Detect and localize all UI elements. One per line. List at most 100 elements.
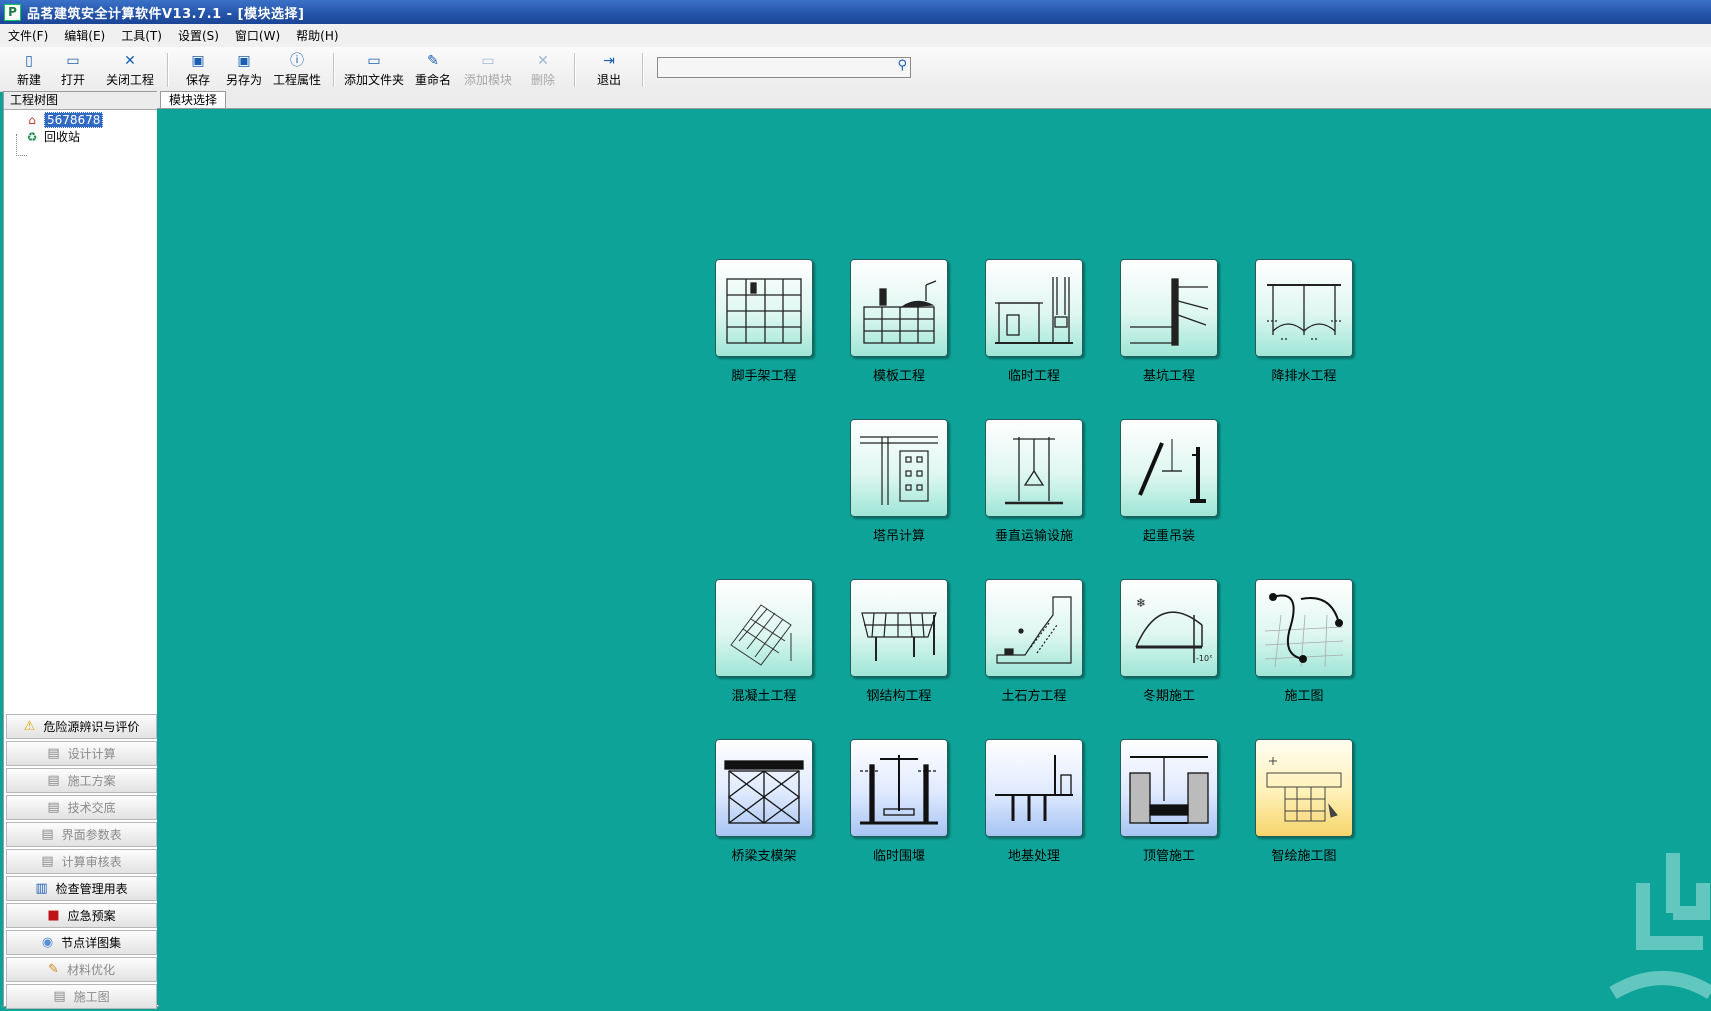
rename-button[interactable]: ✎ 重命名 [413, 50, 453, 88]
module-label: 土石方工程 [1001, 689, 1067, 704]
warning-icon: ⚠ [23, 719, 36, 734]
save-as-button[interactable]: ▣ 另存为 [224, 50, 264, 88]
accordion-tech-disclosure-label: 技术交底 [67, 801, 116, 815]
module-label: 施工图 [1284, 689, 1324, 704]
save-label: 保存 [185, 73, 210, 87]
cofferdam-icon [850, 739, 948, 837]
accordion-tech-disclosure[interactable]: ▤ 技术交底 [6, 795, 157, 820]
add-module-button[interactable]: ▭ 添加模块 [462, 50, 514, 88]
properties-button[interactable]: ⓘ 工程属性 [271, 50, 323, 88]
module-pipe-jacking[interactable]: 顶管施工 [1119, 739, 1219, 864]
module-drawing[interactable]: 施工图 [1254, 579, 1354, 704]
formwork-icon [850, 259, 948, 357]
module-bridge-support[interactable]: 桥梁支模架 [714, 739, 814, 864]
accordion-node-drawings[interactable]: ◉ 节点详图集 [6, 930, 157, 955]
module-steel[interactable]: 钢结构工程 [849, 579, 949, 704]
accordion-material-opt[interactable]: ✎ 材料优化 [6, 957, 157, 982]
module-workspace: 脚手架工程 模板工程 临时工程 基坑工程 降排水工程 塔吊计算 垂直运输设施 起… [157, 109, 1711, 1005]
winter-construction-icon: -10℃ ❄ [1120, 579, 1218, 677]
save-as-icon: ▣ [237, 53, 251, 69]
menu-help[interactable]: 帮助(H) [288, 27, 346, 44]
chart-icon: ▥ [35, 881, 48, 896]
exit-icon: ⇥ [603, 53, 615, 69]
module-formwork[interactable]: 模板工程 [849, 259, 949, 384]
accordion-construction-drawing[interactable]: ▤ 施工图 [6, 984, 157, 1009]
accordion-param-table[interactable]: ▤ 界面参数表 [6, 822, 157, 847]
accordion-construction-plan[interactable]: ▤ 施工方案 [6, 768, 157, 793]
close-project-button[interactable]: ✕ 关闭工程 [103, 50, 157, 88]
menu-bar: 文件(F) 编辑(E) 工具(T) 设置(S) 窗口(W) 帮助(H) [0, 24, 1711, 47]
menu-window[interactable]: 窗口(W) [227, 27, 288, 44]
save-button[interactable]: ▣ 保存 [183, 50, 213, 88]
accordion-design-calc[interactable]: ▤ 设计计算 [6, 741, 157, 766]
search-input[interactable]: ⚲ [657, 57, 911, 78]
module-label: 起重吊装 [1142, 529, 1195, 544]
accordion-hazard-label: 危险源辨识与评价 [43, 720, 140, 734]
module-temporary[interactable]: 临时工程 [984, 259, 1084, 384]
dewatering-icon [1255, 259, 1353, 357]
add-folder-button[interactable]: ▭ 添加文件夹 [343, 50, 405, 88]
module-label: 模板工程 [872, 369, 925, 384]
concrete-icon [715, 579, 813, 677]
plan-icon: ▤ [47, 773, 60, 788]
save-icon: ▣ [191, 53, 205, 69]
book-icon: ■ [47, 908, 60, 923]
tower-crane-icon [850, 419, 948, 517]
exit-button[interactable]: ⇥ 退出 [594, 50, 624, 88]
accordion-inspection[interactable]: ▥ 检查管理用表 [6, 876, 157, 901]
module-smart-drawing[interactable]: 智绘施工图 [1254, 739, 1354, 864]
module-scaffold[interactable]: 脚手架工程 [714, 259, 814, 384]
module-winter[interactable]: -10℃ ❄ 冬期施工 [1119, 579, 1219, 704]
menu-file[interactable]: 文件(F) [0, 27, 56, 44]
accordion-construction-plan-label: 施工方案 [67, 774, 116, 788]
module-accordion: ⚠ 危险源辨识与评价 ▤ 设计计算 ▤ 施工方案 ▤ 技术交底 ▤ 界面参数表 ▤ 计算审核… [6, 714, 157, 1011]
module-vertical-transport[interactable]: 垂直运输设施 [984, 419, 1084, 544]
construction-drawing-icon [1255, 579, 1353, 677]
module-tower-crane[interactable]: 塔吊计算 [849, 419, 949, 544]
open-button[interactable]: ▭ 打开 [58, 50, 88, 88]
module-earthwork[interactable]: 土石方工程 [984, 579, 1084, 704]
drawing-icon: ▤ [53, 989, 66, 1004]
accordion-inspection-label: 检查管理用表 [55, 882, 128, 896]
steel-structure-icon [850, 579, 948, 677]
menu-settings[interactable]: 设置(S) [170, 27, 227, 44]
module-pit[interactable]: 基坑工程 [1119, 259, 1219, 384]
save-as-label: 另存为 [225, 73, 262, 87]
tree-node-root[interactable]: ⌂ 5678678 [24, 112, 104, 128]
scaffold-icon [715, 259, 813, 357]
accordion-emergency-label: 应急预案 [67, 909, 116, 923]
search-icon[interactable]: ⚲ [897, 58, 907, 73]
new-button[interactable]: ▯ 新建 [14, 50, 44, 88]
module-label: 顶管施工 [1142, 849, 1195, 864]
module-label: 垂直运输设施 [994, 529, 1073, 544]
menu-edit[interactable]: 编辑(E) [56, 27, 113, 44]
module-foundation[interactable]: 地基处理 [984, 739, 1084, 864]
module-label: 钢结构工程 [866, 689, 932, 704]
tab-module-select[interactable]: 模块选择 [160, 91, 227, 108]
hoisting-icon [1120, 419, 1218, 517]
add-module-icon: ▭ [481, 53, 495, 69]
accordion-calc-review[interactable]: ▤ 计算审核表 [6, 849, 157, 874]
delete-icon: ✕ [537, 53, 549, 69]
delete-button[interactable]: ✕ 删除 [528, 50, 558, 88]
module-hoisting[interactable]: 起重吊装 [1119, 419, 1219, 544]
module-label: 基坑工程 [1142, 369, 1195, 384]
accordion-emergency[interactable]: ■ 应急预案 [6, 903, 157, 928]
module-label: 临时围堰 [872, 849, 925, 864]
earthwork-icon [985, 579, 1083, 677]
module-label: 脚手架工程 [731, 369, 797, 384]
module-cofferdam[interactable]: 临时围堰 [849, 739, 949, 864]
home-icon: ⌂ [28, 113, 36, 127]
temporary-works-icon [985, 259, 1083, 357]
close-project-label: 关闭工程 [105, 73, 154, 87]
delete-label: 删除 [530, 73, 555, 87]
menu-tools[interactable]: 工具(T) [113, 27, 170, 44]
tree-node-recycle[interactable]: ♻ 回收站 [24, 128, 80, 145]
tree-root-label: 5678678 [44, 112, 104, 128]
svg-text:❄: ❄ [1136, 596, 1146, 610]
module-dewatering[interactable]: 降排水工程 [1254, 259, 1354, 384]
accordion-hazard[interactable]: ⚠ 危险源辨识与评价 [6, 714, 157, 739]
title-bar: P 品茗建筑安全计算软件V13.7.1 - [模块选择] [0, 0, 1711, 24]
module-concrete[interactable]: 混凝土工程 [714, 579, 814, 704]
tree-header: 工程树图 [4, 92, 158, 110]
